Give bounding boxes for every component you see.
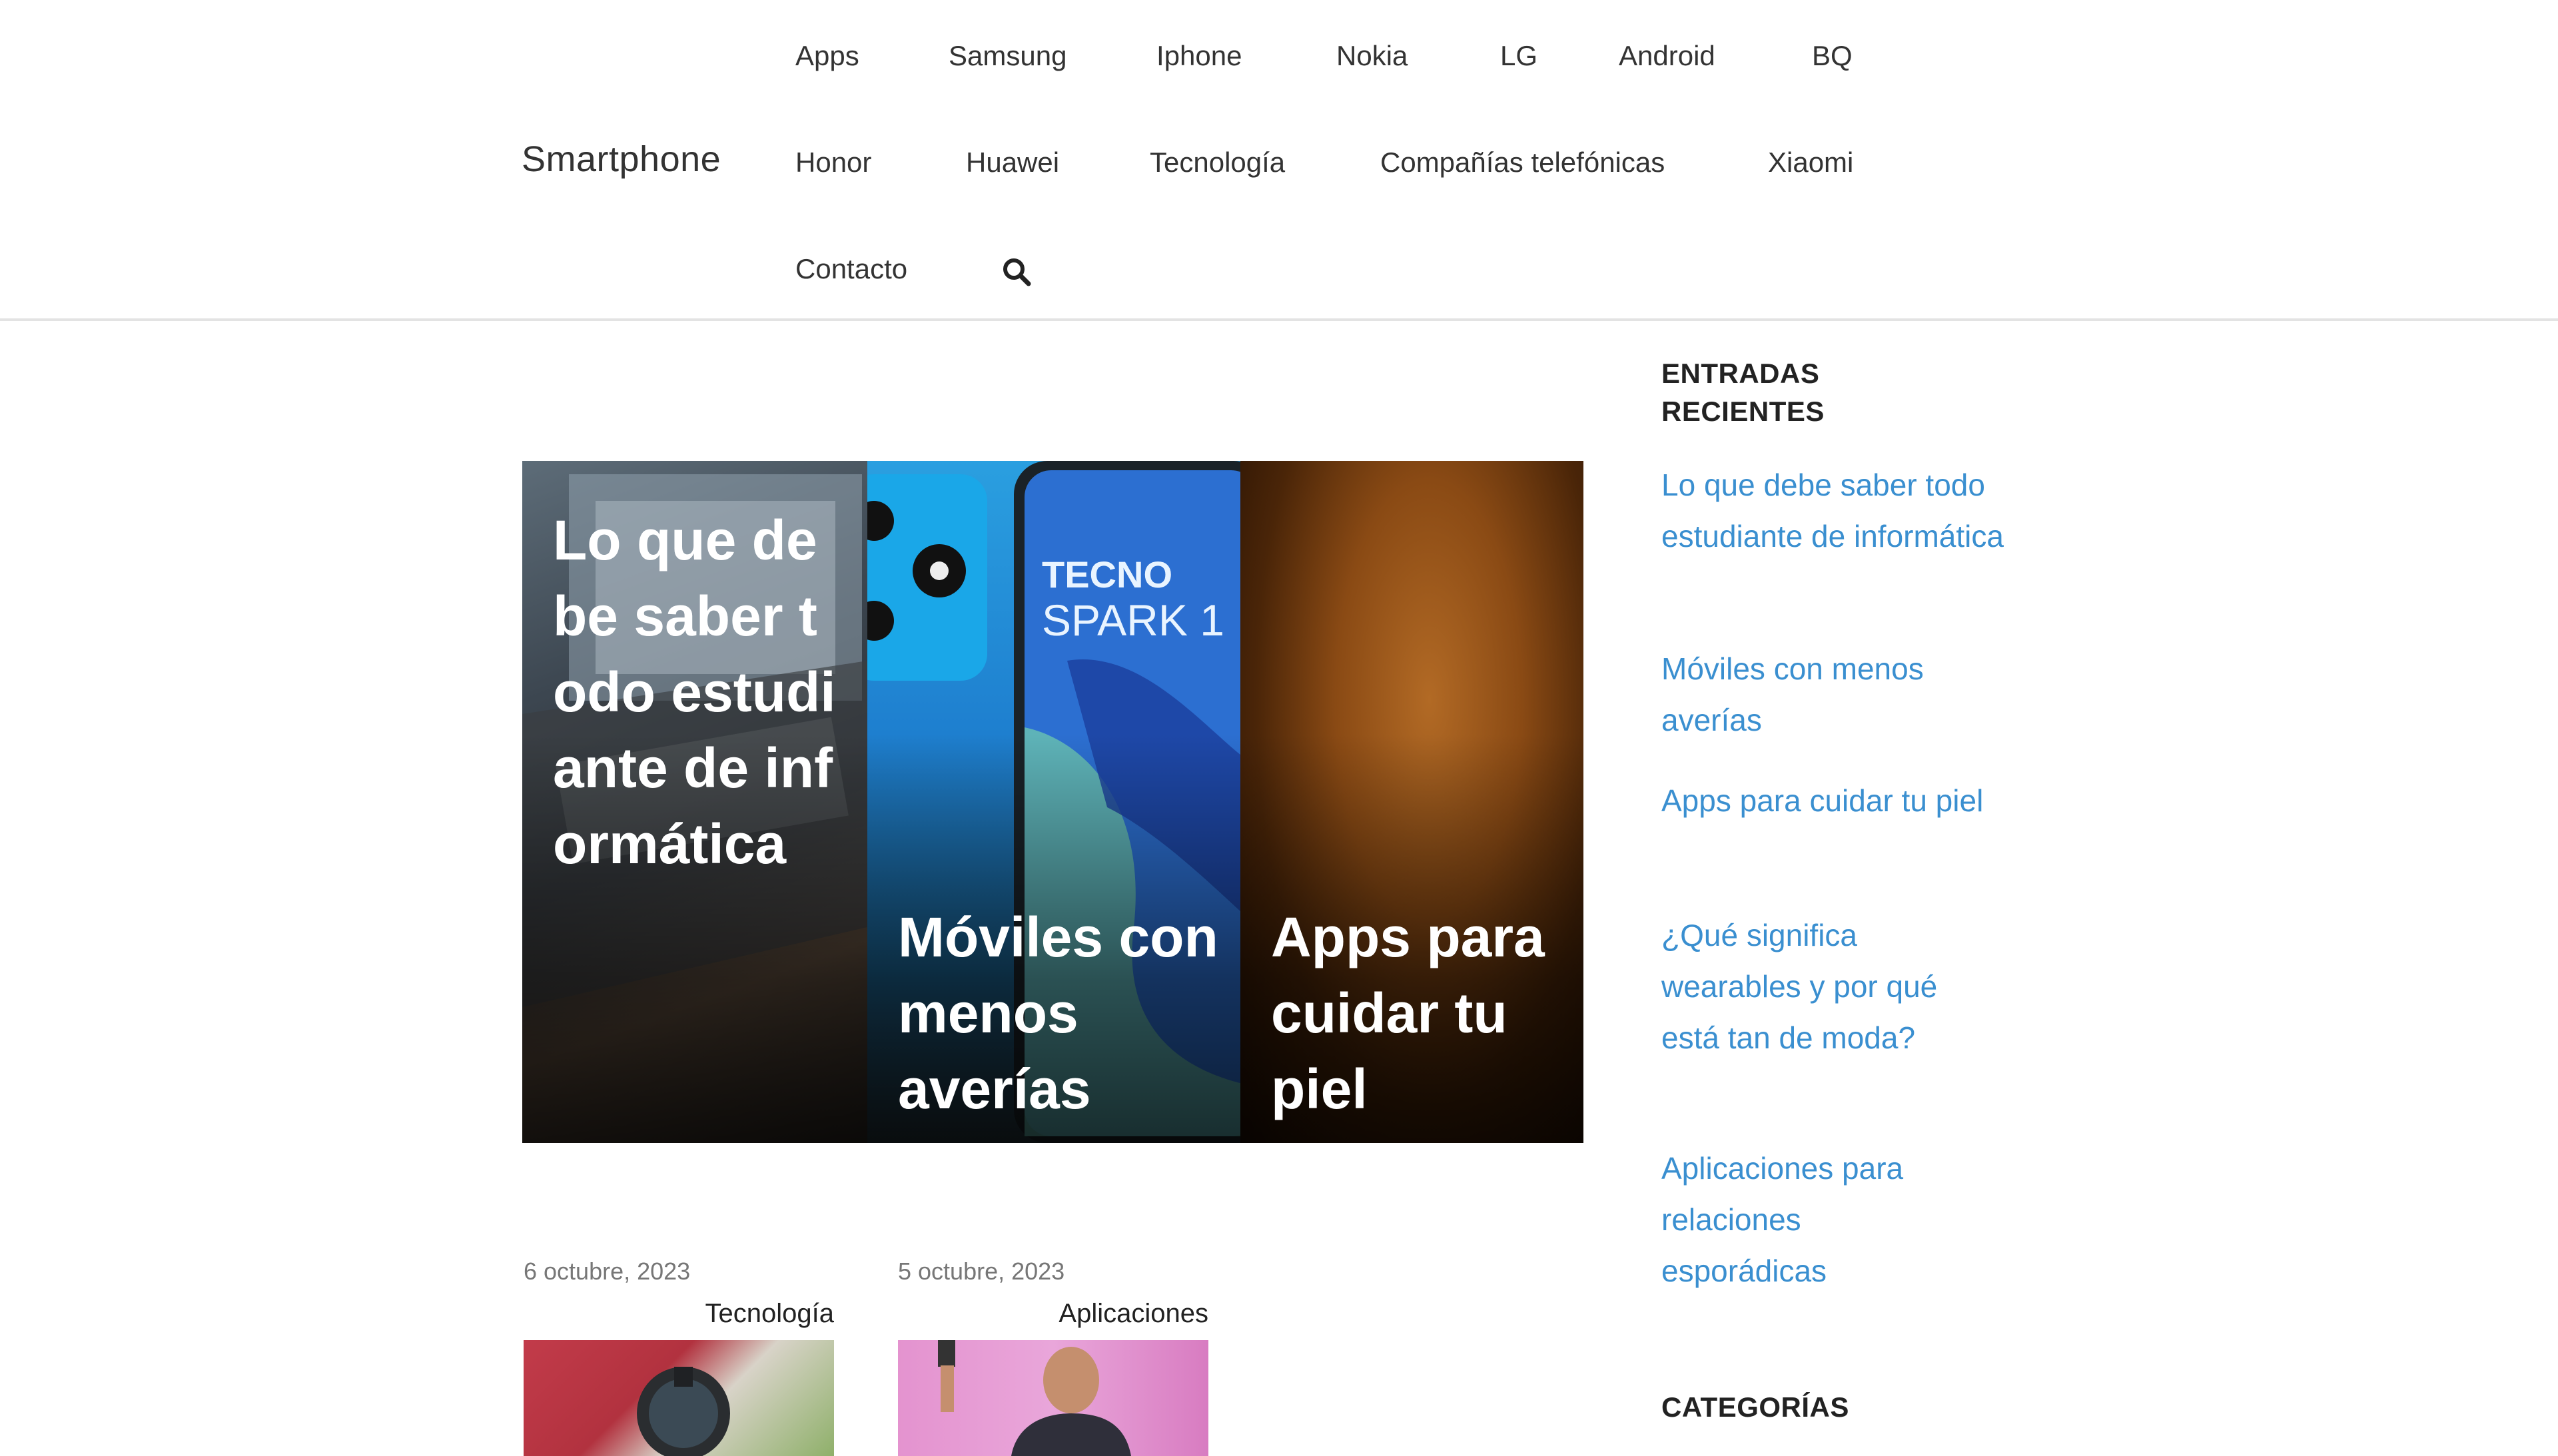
featured-post-title[interactable]: Apps para cuidar tu piel (1271, 899, 1563, 1127)
nav-item-tecnologia[interactable]: Tecnología (1150, 147, 1285, 179)
nav-item-samsung[interactable]: Samsung (949, 40, 1066, 72)
recent-post-link[interactable]: Aplicaciones para relaciones esporádicas (1661, 1143, 1954, 1297)
featured-post-title[interactable]: Móviles con menos averías (898, 899, 1220, 1127)
nav-item-xiaomi[interactable]: Xiaomi (1768, 147, 1853, 179)
post-thumbnail[interactable] (898, 1340, 1208, 1456)
nav-item-huawei[interactable]: Huawei (966, 147, 1059, 179)
post-date: 5 octubre, 2023 (898, 1258, 1065, 1285)
categories-heading: CATEGORÍAS (1661, 1391, 1849, 1423)
nav-item-iphone[interactable]: Iphone (1156, 40, 1242, 72)
post-category-link[interactable]: Tecnología (524, 1299, 834, 1329)
recent-post-link[interactable]: Lo que debe saber todo estudiante de inf… (1661, 460, 2008, 562)
site-header: Smartphone Apps Samsung Iphone Nokia LG … (0, 0, 2558, 321)
nav-item-lg[interactable]: LG (1500, 40, 1537, 72)
phone-brand-text: TECNO (1042, 553, 1172, 595)
nav-item-honor[interactable]: Honor (795, 147, 871, 179)
post-thumbnail[interactable] (524, 1340, 834, 1456)
post-date: 6 octubre, 2023 (524, 1258, 691, 1285)
featured-posts: Lo que debe saber todo estudiante de inf… (522, 461, 1583, 1143)
recent-post-link[interactable]: Móviles con menos averías (1661, 643, 2008, 746)
nav-item-apps[interactable]: Apps (795, 40, 859, 72)
recent-post-link[interactable]: ¿Qué significa wearables y por qué está … (1661, 910, 1941, 1064)
nav-item-companias[interactable]: Compañías telefónicas (1380, 147, 1665, 179)
phone-model-text: SPARK 1 (1042, 595, 1224, 645)
person-selfie-image (938, 1340, 1131, 1456)
recent-post-link[interactable]: Apps para cuidar tu piel (1661, 775, 2008, 827)
nav-item-nokia[interactable]: Nokia (1336, 40, 1408, 72)
post-category-link[interactable]: Aplicaciones (898, 1299, 1208, 1329)
smartwatch-image (637, 1367, 730, 1456)
nav-item-android[interactable]: Android (1619, 40, 1715, 72)
site-brand[interactable]: Smartphone (522, 139, 721, 180)
search-icon (1003, 258, 1031, 286)
recent-posts-heading: ENTRADAS RECIENTES (1661, 358, 1825, 427)
featured-post-title[interactable]: Lo que debe saber todo estudiante de inf… (553, 502, 847, 882)
search-button[interactable] (999, 254, 1034, 289)
featured-post-1[interactable]: Lo que debe saber todo estudiante de inf… (522, 461, 867, 1143)
featured-post-3[interactable]: Apps para cuidar tu piel (1240, 461, 1583, 1143)
nav-item-bq[interactable]: BQ (1812, 40, 1853, 72)
featured-post-2[interactable]: TECNO SPARK 1 Móviles con menos averías (867, 461, 1240, 1143)
nav-item-contacto[interactable]: Contacto (795, 253, 907, 285)
